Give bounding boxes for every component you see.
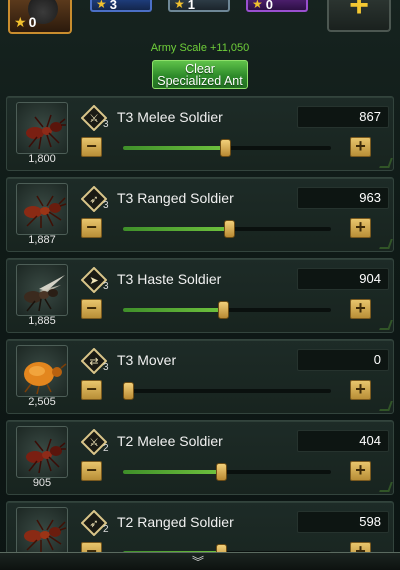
tier-number: 2: [103, 524, 109, 535]
ant-portrait: [16, 345, 68, 397]
quantity-input[interactable]: 867: [297, 106, 389, 128]
quantity-slider[interactable]: [123, 139, 331, 157]
hero-chip-blue[interactable]: ★ 3: [90, 0, 152, 12]
hero-star-count: ★ 0: [14, 14, 37, 30]
ant-card: 1,885 ➤ 3 T3 Haste Soldier 904 − +: [6, 258, 394, 333]
clear-specialized-ant-button[interactable]: Clear Specialized Ant: [152, 60, 248, 89]
increase-button[interactable]: +: [350, 461, 371, 481]
ant-portrait: [16, 426, 68, 478]
hero-chip-gray[interactable]: ★ 1: [168, 0, 230, 12]
tier-number: 3: [103, 281, 109, 292]
svg-text:⇄: ⇄: [89, 355, 98, 368]
add-hero-button[interactable]: +: [327, 0, 391, 32]
ant-card: 1,800 ⚔ 3 T3 Melee Soldier 867 − +: [6, 96, 394, 171]
slider-fill: [123, 470, 221, 474]
ant-power: 905: [32, 477, 52, 489]
ant-name: T2 Ranged Soldier: [117, 514, 234, 530]
tier-number: 2: [103, 443, 109, 454]
quantity-input[interactable]: 963: [297, 187, 389, 209]
ant-portrait: [16, 264, 68, 316]
ant-name: T3 Melee Soldier: [117, 109, 223, 125]
ant-name: T3 Haste Soldier: [117, 271, 222, 287]
slider-thumb[interactable]: [217, 301, 229, 319]
slider-fill: [123, 308, 223, 312]
leaf-ornament: [379, 158, 393, 168]
leaf-ornament: [379, 482, 393, 492]
ant-power: 2,505: [28, 396, 56, 408]
ant-power: 1,887: [28, 234, 56, 246]
ant-name: T3 Mover: [117, 352, 177, 368]
decrease-button[interactable]: −: [81, 218, 102, 238]
quantity-slider[interactable]: [123, 220, 331, 238]
increase-button[interactable]: +: [350, 218, 371, 238]
slider-fill: [123, 227, 230, 231]
hero-chip-purple[interactable]: ★ 0: [246, 0, 308, 12]
slider-thumb[interactable]: [123, 382, 134, 400]
leaf-ornament: [379, 401, 393, 411]
quantity-input[interactable]: 404: [297, 430, 389, 452]
slider-thumb[interactable]: [219, 139, 231, 157]
ant-portrait: [16, 102, 68, 154]
leaf-ornament: [379, 239, 393, 249]
svg-text:➶: ➶: [89, 517, 98, 530]
decrease-button[interactable]: −: [81, 137, 102, 157]
ant-portrait: [16, 183, 68, 235]
increase-button[interactable]: +: [350, 380, 371, 400]
svg-text:⚔: ⚔: [89, 112, 99, 125]
ant-card: 2,505 ⇄ 3 T3 Mover 0 − +: [6, 339, 394, 414]
hero-slot[interactable]: ★ 0: [8, 0, 72, 34]
leaf-ornament: [379, 320, 393, 330]
ant-power: 1,885: [28, 315, 56, 327]
slider-fill: [123, 146, 225, 150]
increase-button[interactable]: +: [350, 137, 371, 157]
slider-thumb[interactable]: [224, 220, 236, 238]
quantity-input[interactable]: 598: [297, 511, 389, 533]
star-icon: ★: [96, 0, 107, 11]
army-scale-text: Army Scale +11,050: [150, 42, 250, 54]
tier-number: 3: [103, 362, 109, 373]
quantity-input[interactable]: 0: [297, 349, 389, 371]
ant-card: 905 ⚔ 2 T2 Melee Soldier 404 − +: [6, 420, 394, 495]
ant-name: T3 Ranged Soldier: [117, 190, 234, 206]
tier-number: 3: [103, 200, 109, 211]
quantity-slider[interactable]: [123, 463, 331, 481]
star-icon: ★: [252, 0, 263, 11]
ant-name: T2 Melee Soldier: [117, 433, 223, 449]
star-icon: ★: [14, 14, 27, 30]
quantity-input[interactable]: 904: [297, 268, 389, 290]
quantity-slider[interactable]: [123, 382, 331, 400]
increase-button[interactable]: +: [350, 299, 371, 319]
decrease-button[interactable]: −: [81, 299, 102, 319]
slider-thumb[interactable]: [215, 463, 227, 481]
decrease-button[interactable]: −: [81, 461, 102, 481]
svg-text:➤: ➤: [89, 274, 98, 287]
chevron-down-icon[interactable]: ︾: [192, 553, 204, 570]
plus-icon: +: [349, 0, 369, 24]
decrease-button[interactable]: −: [81, 380, 102, 400]
top-bar: ★ 0 ★ 3 ★ 1 ★ 0 +: [0, 0, 400, 40]
star-icon: ★: [174, 0, 185, 11]
ant-power: 1,800: [28, 153, 56, 165]
quantity-slider[interactable]: [123, 301, 331, 319]
svg-text:➶: ➶: [89, 193, 98, 206]
svg-text:⚔: ⚔: [89, 436, 99, 449]
ant-card: 1,887 ➶ 3 T3 Ranged Soldier 963 − +: [6, 177, 394, 252]
tier-number: 3: [103, 119, 109, 130]
